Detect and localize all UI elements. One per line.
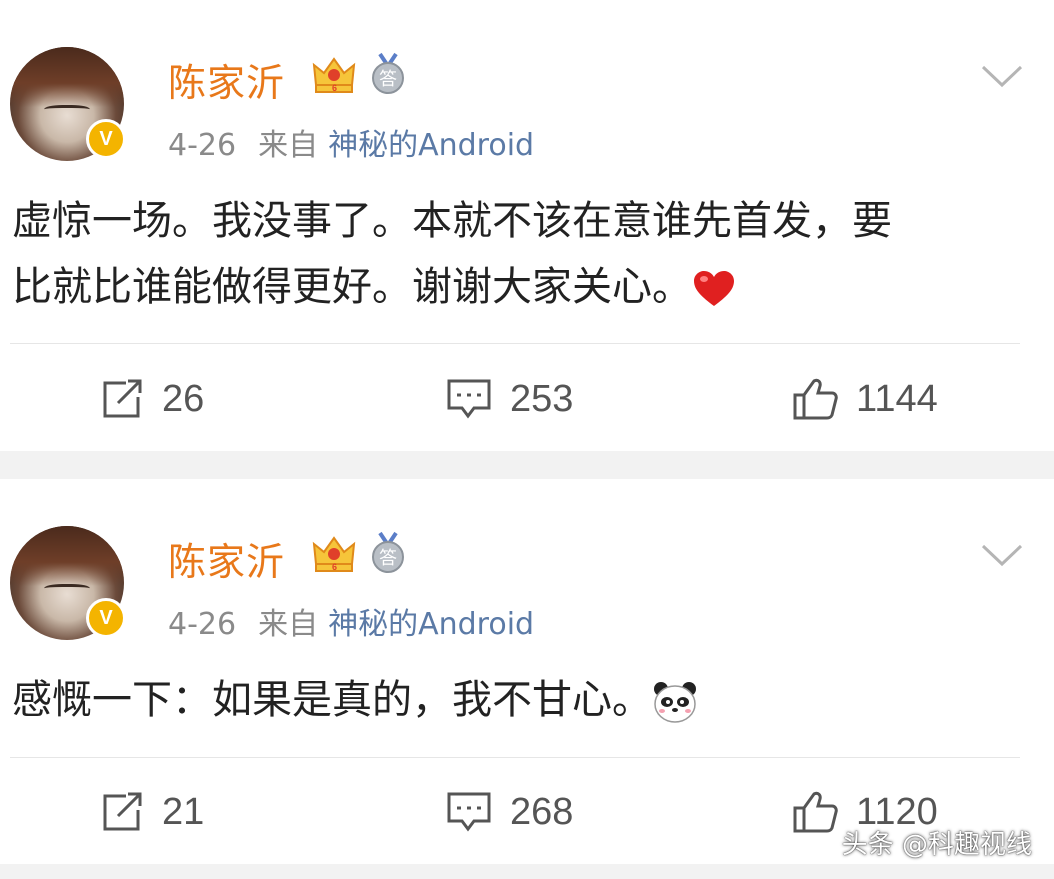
svg-text:答: 答 [379,548,397,569]
medal-icon[interactable]: 答 [368,52,408,96]
post-date: 4-26 [168,128,237,163]
post-source-link[interactable]: 神秘的Android [328,607,534,642]
avatar-hair [10,47,124,107]
post-meta: 4-26 来自 神秘的Android [168,599,534,643]
watermark: 头条 @科趣视线 [841,830,1032,860]
weibo-post: V 陈家沂 6 答 4-26 来自 神秘的Android 感慨一下：如果是真的，我不… [0,479,1054,864]
like-button[interactable]: 1144 [792,374,938,424]
avatar[interactable]: V [10,526,126,640]
comment-button[interactable]: 253 [446,374,573,424]
post-text-line: 比就比谁能做得更好。谢谢大家关心。 [12,264,692,310]
medal-icon[interactable]: 答 [368,531,408,575]
svg-text:答: 答 [379,69,397,90]
weibo-post: V 陈家沂 6 答 4-26 来自 神秘的Android 虚惊一场。我没事了。本就不… [0,0,1054,451]
post-source-link[interactable]: 神秘的Android [328,128,534,163]
comment-count: 253 [510,377,574,420]
avatar-hair [10,526,124,586]
repost-count: 21 [162,790,205,833]
post-text: 虚惊一场。我没事了。本就不该在意谁先首发，要 比就比谁能做得更好。谢谢大家关心。 [12,188,1032,320]
repost-icon [103,792,142,831]
heart-emoji-icon [694,271,734,306]
chevron-down-icon[interactable] [980,541,1024,569]
comment-count: 268 [510,790,574,833]
post-date: 4-26 [168,607,237,642]
post-text-line: 虚惊一场。我没事了。本就不该在意谁先首发，要 [12,198,892,244]
comment-icon [447,792,491,832]
source-prefix: 来自 [258,128,319,163]
verified-badge-icon: V [86,119,126,159]
divider [10,757,1020,758]
post-text-line: 感慨一下：如果是真的，我不甘心。 [12,677,652,723]
divider [10,343,1020,344]
comment-button[interactable]: 268 [446,787,573,837]
avatar-eyes [44,105,90,116]
vip-crown-icon[interactable]: 6 [312,55,356,95]
post-text-line-with-emoji: 感慨一下：如果是真的，我不甘心。 [12,667,1032,733]
repost-count: 26 [162,377,205,420]
post-text-line-with-emoji: 比就比谁能做得更好。谢谢大家关心。 [12,254,1032,320]
username[interactable]: 陈家沂 [168,531,285,586]
username[interactable]: 陈家沂 [168,52,285,107]
post-text: 感慨一下：如果是真的，我不甘心。 [12,667,1032,733]
comment-icon [447,379,491,419]
verified-badge-icon: V [86,598,126,638]
repost-icon [103,379,142,418]
chevron-down-icon[interactable] [980,62,1024,90]
repost-button[interactable]: 21 [100,787,204,837]
vip-crown-icon[interactable]: 6 [312,534,356,574]
source-prefix: 来自 [258,607,319,642]
avatar-eyes [44,584,90,595]
thumbs-up-icon [793,791,838,833]
thumbs-up-icon [793,378,838,420]
avatar[interactable]: V [10,47,126,161]
svg-text:6: 6 [332,83,337,93]
post-meta: 4-26 来自 神秘的Android [168,120,534,164]
repost-button[interactable]: 26 [100,374,204,424]
svg-text:6: 6 [332,562,337,572]
panda-emoji-icon [654,682,696,723]
like-count: 1144 [856,377,938,420]
